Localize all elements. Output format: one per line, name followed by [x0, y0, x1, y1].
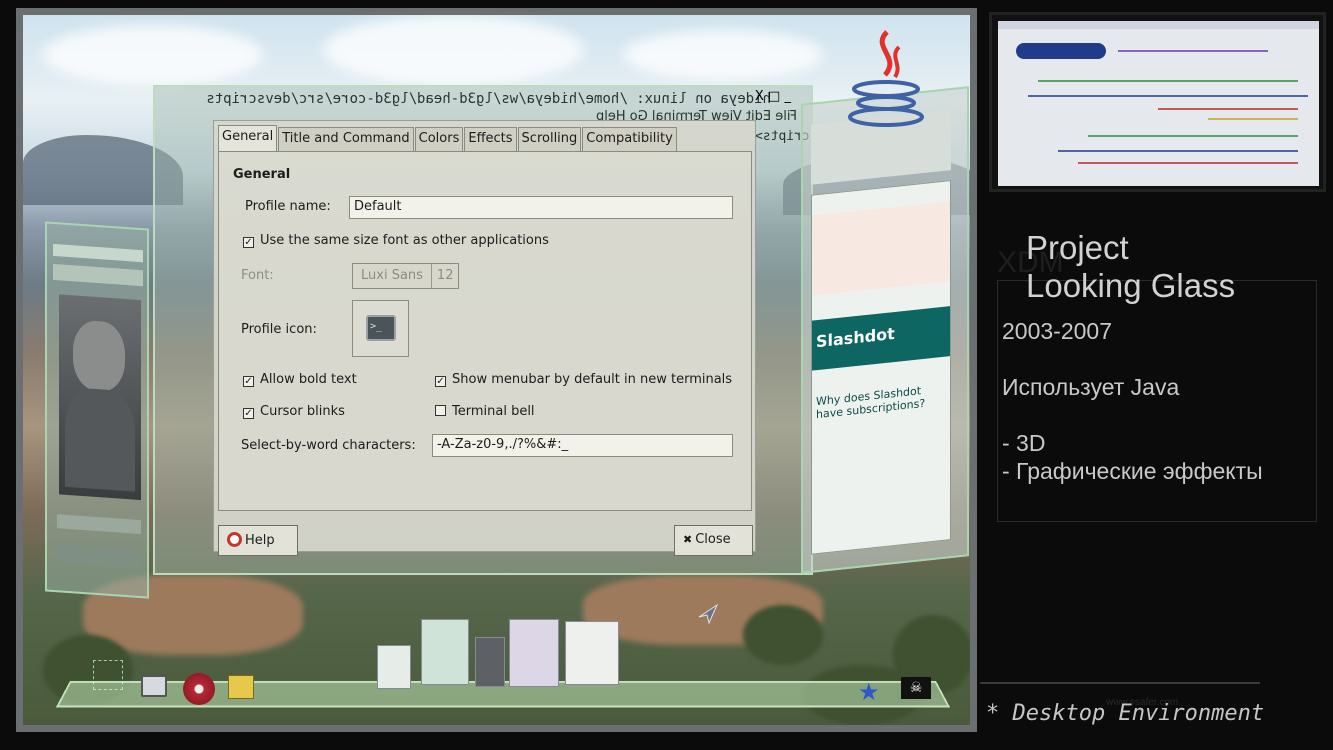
slide-years: 2003-2007: [1002, 318, 1112, 344]
close-button-label: Close: [695, 532, 731, 547]
tab-title-and-command[interactable]: Title and Command: [278, 127, 414, 151]
font-picker-button[interactable]: Luxi Sans 12: [352, 263, 460, 289]
font-size: 12: [430, 264, 459, 288]
tab-compatibility[interactable]: Compatibility: [582, 127, 677, 151]
cd-icon[interactable]: [183, 673, 215, 705]
window-thumbnail[interactable]: [509, 619, 559, 687]
terminal-bell-label: Terminal bell: [452, 404, 535, 419]
cursor-blinks-label: Cursor blinks: [260, 404, 345, 419]
select-word-input[interactable]: -A-Za-z0-9,./?%&#:_: [432, 434, 733, 457]
general-panel: General Profile name: Default ✓ Use the s…: [218, 151, 752, 511]
slide-title-line1: Project: [1026, 229, 1129, 266]
profile-name-label: Profile name:: [245, 199, 331, 214]
computer-icon[interactable]: [141, 675, 167, 697]
slide-bullet-effects: - Графические эффекты: [1002, 458, 1263, 484]
profile-editor-dialog[interactable]: General Title and Command Colors Effects…: [213, 120, 756, 556]
timeline-diagram-graphic: [998, 21, 1319, 164]
select-word-label: Select-by-word characters:: [241, 438, 416, 453]
allow-bold-row[interactable]: ✓ Allow bold text: [243, 372, 357, 387]
show-menubar-row[interactable]: ✓ Show menubar by default in new terminal…: [435, 372, 732, 387]
show-menubar-checkbox[interactable]: ✓: [435, 376, 446, 387]
profile-icon-button[interactable]: >_: [352, 300, 409, 357]
help-button-label: Help: [245, 533, 275, 548]
cloud: [43, 25, 263, 85]
video-person-head: [73, 319, 125, 393]
star-icon[interactable]: ★: [858, 680, 884, 704]
slashdot-headline[interactable]: Why does Slashdot have subscriptions?: [816, 384, 926, 421]
window-thumbnail[interactable]: [421, 619, 469, 685]
ad-banner: [812, 201, 950, 296]
cursor-blinks-checkbox[interactable]: ✓: [243, 408, 254, 419]
cursor-blinks-row[interactable]: ✓ Cursor blinks: [243, 404, 345, 419]
terminal-bell-row[interactable]: Terminal bell: [435, 404, 535, 419]
profile-icon-label: Profile icon:: [241, 322, 317, 337]
browser-content: Slashdot Why does Slashdot have subscrip…: [811, 180, 951, 555]
same-font-label: Use the same size font as other applicat…: [260, 233, 549, 248]
tab-effects[interactable]: Effects: [464, 127, 517, 151]
show-menubar-label: Show menubar by default in new terminals: [452, 372, 733, 387]
terminal-window-title: hideya on linux: /home/hideya/ws/lg3d-he…: [206, 91, 771, 107]
slashdot-banner: Slashdot: [812, 306, 950, 371]
section-title: General: [233, 167, 291, 182]
cloud: [323, 15, 583, 85]
close-button[interactable]: ✖ Close: [674, 525, 753, 556]
player-controls[interactable]: [57, 544, 141, 569]
tab-colors[interactable]: Colors: [414, 127, 464, 151]
close-icon: ✖: [683, 533, 693, 546]
desktop-grid-icon[interactable]: [93, 660, 123, 690]
terminal-bell-checkbox[interactable]: [435, 405, 446, 416]
allow-bold-label: Allow bold text: [260, 372, 357, 387]
footer-divider: [980, 682, 1260, 684]
player-toolbar: [53, 263, 143, 287]
screenshot-frame: hideya on linux: /home/hideya/ws/lg3d-he…: [16, 8, 977, 732]
diagram-thumbnail: [989, 12, 1326, 192]
same-font-checkbox[interactable]: ✓: [243, 237, 254, 248]
java-logo-icon: [848, 30, 924, 127]
window-thumbnail[interactable]: [475, 637, 505, 687]
allow-bold-checkbox[interactable]: ✓: [243, 376, 254, 387]
slide-bullet-3d: - 3D: [1002, 430, 1046, 456]
window-thumbnail[interactable]: [565, 621, 619, 685]
cloud: [623, 30, 823, 80]
font-name: Luxi Sans: [361, 268, 423, 283]
window-menubar: [53, 243, 143, 263]
seek-bar[interactable]: [57, 514, 141, 535]
tab-scrolling[interactable]: Scrolling: [517, 127, 582, 151]
same-font-checkbox-row[interactable]: ✓ Use the same size font as other applica…: [243, 233, 549, 248]
pirate-flag-icon[interactable]: ☠: [901, 677, 931, 699]
help-notes-icon[interactable]: [228, 675, 254, 699]
tab-general[interactable]: General: [218, 125, 278, 151]
bush: [743, 605, 823, 665]
slide-uses-java: Использует Java: [1002, 374, 1180, 400]
tab-bar: General Title and Command Colors Effects…: [218, 125, 678, 151]
font-label: Font:: [241, 268, 274, 283]
video-person-body: [65, 386, 135, 492]
browser-window[interactable]: Slashdot Why does Slashdot have subscrip…: [801, 86, 969, 574]
terminal-icon: >_: [366, 315, 396, 341]
slide-title: Project Looking Glass: [1026, 229, 1235, 305]
slide-footer: * Desktop Environment: [986, 701, 1265, 726]
lg3d-desktop: hideya on linux: /home/hideya/ws/lg3d-he…: [23, 15, 970, 725]
profile-name-input[interactable]: Default: [349, 196, 733, 219]
help-icon: [227, 532, 242, 547]
window-controls[interactable]: _ □ X: [755, 89, 791, 104]
help-button[interactable]: Help: [218, 525, 298, 556]
ghost-frame: [997, 280, 1317, 522]
slide-title-line2: Looking Glass: [1026, 267, 1236, 304]
media-player-window[interactable]: [45, 221, 149, 599]
mouse-pointer-icon: [698, 603, 719, 625]
video-frame: [59, 294, 141, 501]
window-thumbnail[interactable]: [377, 645, 411, 689]
